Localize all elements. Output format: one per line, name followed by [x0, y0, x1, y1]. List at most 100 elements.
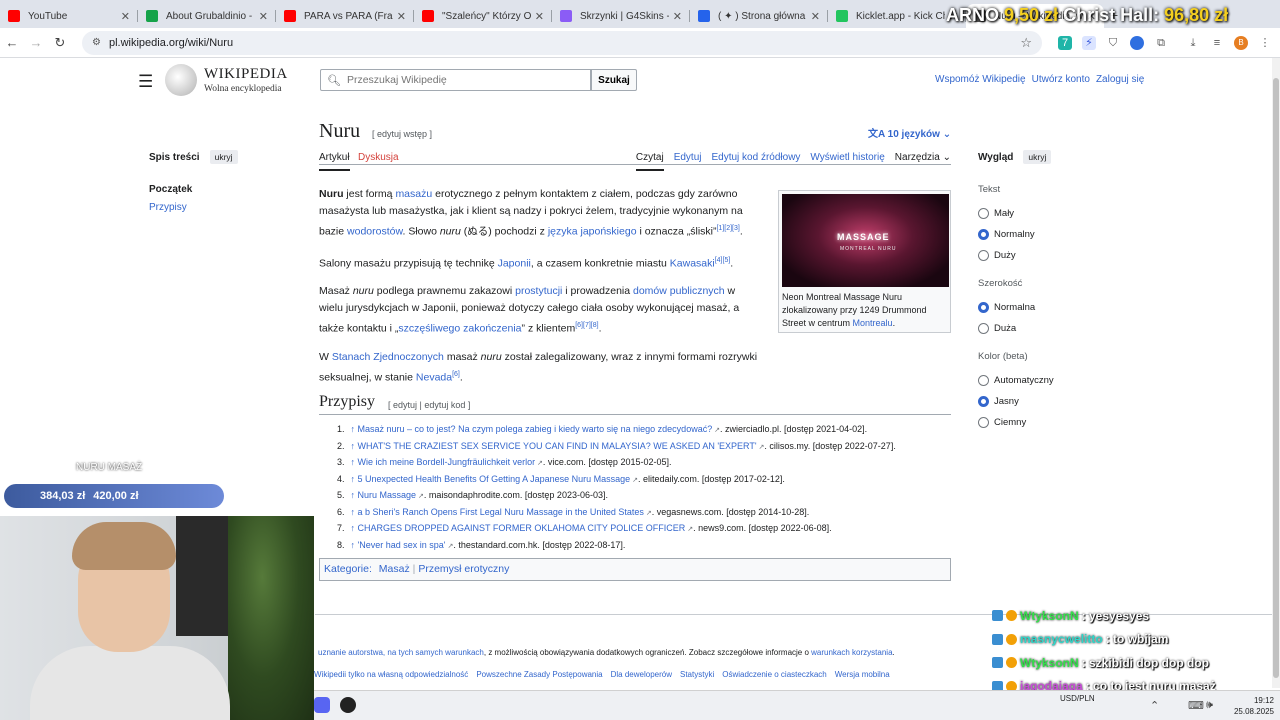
radio-color-dark[interactable]: Ciemny: [978, 412, 1123, 433]
category-masaz[interactable]: Masaż: [379, 563, 410, 575]
reference-link[interactable]: ↑ Nuru Massage: [351, 490, 417, 500]
footer-link-code-of-conduct[interactable]: Powszechne Zasady Postępowania: [476, 670, 602, 679]
donate-link[interactable]: Wspomóż Wikipedię: [935, 74, 1026, 85]
bolt-ext-icon[interactable]: ⚡: [1082, 35, 1096, 50]
wikipedia-globe-logo[interactable]: [165, 64, 197, 96]
download-icon[interactable]: ⤓: [1186, 36, 1200, 50]
toc-hide-button[interactable]: ukryj: [209, 150, 238, 164]
link-japonia[interactable]: Japonii: [498, 257, 531, 269]
radio-text-large[interactable]: Duży: [978, 245, 1123, 266]
back-icon[interactable]: ←: [0, 35, 24, 50]
categories-label[interactable]: Kategorie:: [324, 563, 372, 575]
footer-link-cookies[interactable]: Oświadczenie o ciasteczkach: [722, 670, 827, 679]
network-icon[interactable]: ⌨: [1188, 699, 1204, 712]
tab-discussion[interactable]: Dyskusja: [358, 152, 399, 163]
search-box[interactable]: 🔍︎: [320, 69, 591, 91]
tab-read[interactable]: Czytaj: [635, 152, 664, 171]
reload-icon[interactable]: ↻: [48, 35, 72, 51]
blue-ext-icon[interactable]: [1130, 35, 1144, 50]
radio-text-normal[interactable]: Normalny: [978, 224, 1123, 245]
radio-width-wide[interactable]: Duża: [978, 318, 1123, 339]
footer-link-developers[interactable]: Dla deweloperów: [611, 670, 672, 679]
citation-refs[interactable]: [1][2][3]: [716, 225, 739, 232]
currency-widget[interactable]: USD/PLN: [1060, 694, 1095, 703]
scrollbar[interactable]: [1272, 58, 1280, 688]
edit-intro-link[interactable]: [ edytuj wstęp ]: [372, 129, 432, 139]
close-icon[interactable]: ✕: [259, 10, 268, 23]
link-japonski[interactable]: języka japońskiego: [548, 226, 637, 238]
discord-icon[interactable]: [314, 697, 330, 713]
tab-article[interactable]: Artykuł: [319, 152, 350, 171]
close-icon[interactable]: ✕: [535, 10, 544, 23]
license-link[interactable]: uznanie autorstwa, na tych samych warunk…: [318, 648, 484, 657]
reference-link[interactable]: ↑ WHAT'S THE CRAZIEST SEX SERVICE YOU CA…: [351, 441, 757, 451]
link-prostytucja[interactable]: prostytucji: [515, 285, 562, 297]
shield-ext-icon[interactable]: ⛉: [1106, 36, 1120, 50]
footer-link-mobile[interactable]: Wersja mobilna: [835, 670, 890, 679]
browser-tab[interactable]: PARA vs PARA (Franio, Oł ✕: [276, 4, 414, 28]
link-szczesliwe-zakonczenie[interactable]: szczęśliwego zakończenia: [398, 323, 521, 335]
tab-tools[interactable]: Narzędzia ⌄: [895, 152, 951, 171]
link-nevada[interactable]: Nevada: [416, 371, 452, 383]
chevron-up-icon[interactable]: ⌃: [1150, 699, 1159, 712]
category-przemysl[interactable]: Przemysł erotyczny: [418, 563, 509, 575]
reference-link[interactable]: ↑ 'Never had sex in spa': [351, 540, 446, 550]
url-input[interactable]: ⚙ pl.wikipedia.org/wiki/Nuru ☆: [82, 30, 1042, 55]
link-usa[interactable]: Stanach Zjednoczonych: [332, 351, 444, 363]
reference-link[interactable]: ↑ Wie ich meine Bordell-Jungfräulichkeit…: [351, 457, 536, 467]
language-selector[interactable]: 文A 10 języków ⌄: [868, 125, 951, 140]
menu-dots-icon[interactable]: ⋮: [1258, 36, 1272, 50]
search-input[interactable]: [346, 74, 577, 86]
puzzle-icon[interactable]: ⧉: [1154, 36, 1168, 50]
translate-ext-icon[interactable]: 7: [1058, 35, 1072, 50]
reference-link[interactable]: ↑ Masaż nuru – co to jest? Na czym poleg…: [351, 424, 713, 434]
link-montreal[interactable]: Montrealu: [853, 318, 893, 328]
close-icon[interactable]: ✕: [121, 10, 130, 23]
reference-link[interactable]: ↑ a b Sheri's Ranch Opens First Legal Nu…: [351, 507, 644, 517]
media-icon[interactable]: ≡: [1210, 36, 1224, 50]
radio-text-small[interactable]: Mały: [978, 203, 1123, 224]
tab-edit-source[interactable]: Edytuj kod źródłowy: [711, 152, 800, 171]
browser-tab[interactable]: Skrzynki | G4Skins - Otwi ✕: [552, 4, 690, 28]
login-link[interactable]: Zaloguj się: [1096, 74, 1144, 85]
link-masaz[interactable]: masażu: [395, 188, 432, 200]
reference-link[interactable]: ↑ CHARGES DROPPED AGAINST FORMER OKLAHOM…: [351, 523, 686, 533]
references-edit-links[interactable]: [ edytuj | edytuj kod ]: [388, 400, 470, 410]
browser-tab[interactable]: About Grubaldinio - Watc ✕: [138, 4, 276, 28]
forward-icon[interactable]: →: [24, 35, 48, 50]
toc-item-refs[interactable]: Przypisy: [149, 202, 299, 213]
search-button[interactable]: Szukaj: [591, 69, 637, 91]
scrollbar-thumb[interactable]: [1273, 78, 1279, 678]
browser-tab[interactable]: "Szaleńcy" Którzy Okazali ✕: [414, 4, 552, 28]
toc-item-start[interactable]: Początek: [149, 184, 299, 195]
profile-avatar-icon[interactable]: B: [1234, 35, 1248, 50]
speaker-icon[interactable]: 🕪︎: [1206, 699, 1213, 712]
link-domy-publiczne[interactable]: domów publicznych: [633, 285, 725, 297]
obs-icon[interactable]: [340, 697, 356, 713]
terms-link[interactable]: warunkach korzystania: [811, 648, 892, 657]
create-account-link[interactable]: Utwórz konto: [1032, 74, 1090, 85]
radio-width-normal[interactable]: Normalna: [978, 297, 1123, 318]
close-icon[interactable]: ✕: [673, 10, 682, 23]
clock[interactable]: 19:12 25.08.2025: [1234, 695, 1274, 717]
close-icon[interactable]: ✕: [811, 10, 820, 23]
link-kawasaki[interactable]: Kawasaki: [670, 257, 715, 269]
close-icon[interactable]: ✕: [397, 10, 406, 23]
reference-link[interactable]: ↑ 5 Unexpected Health Benefits Of Gettin…: [351, 474, 631, 484]
link-wodorosty[interactable]: wodorostów: [347, 226, 402, 238]
site-info-icon[interactable]: ⚙: [92, 37, 101, 48]
radio-color-auto[interactable]: Automatyczny: [978, 370, 1123, 391]
bookmark-star-icon[interactable]: ☆: [1020, 35, 1032, 51]
citation-refs[interactable]: [4][5]: [715, 257, 731, 264]
footer-link-statistics[interactable]: Statystyki: [680, 670, 714, 679]
appearance-hide-button[interactable]: ukryj: [1023, 150, 1052, 164]
browser-tab[interactable]: ( ✦ ) Strona główna - Rob ✕: [690, 4, 828, 28]
radio-color-light[interactable]: Jasny: [978, 391, 1123, 412]
citation-refs[interactable]: [6][7][8]: [575, 322, 598, 329]
footer-link-disclaimer[interactable]: Wikipedii tylko na własną odpowiedzialno…: [314, 670, 468, 679]
tab-history[interactable]: Wyświetl historię: [810, 152, 884, 171]
neon-sign-photo[interactable]: MASSAGE MONTREAL NURU: [782, 194, 949, 287]
browser-tab[interactable]: YouTube ✕: [0, 4, 138, 28]
main-menu-icon[interactable]: ☰: [138, 72, 153, 92]
wikipedia-wordmark[interactable]: WIKIPEDIA Wolna encyklopedia: [204, 66, 288, 94]
